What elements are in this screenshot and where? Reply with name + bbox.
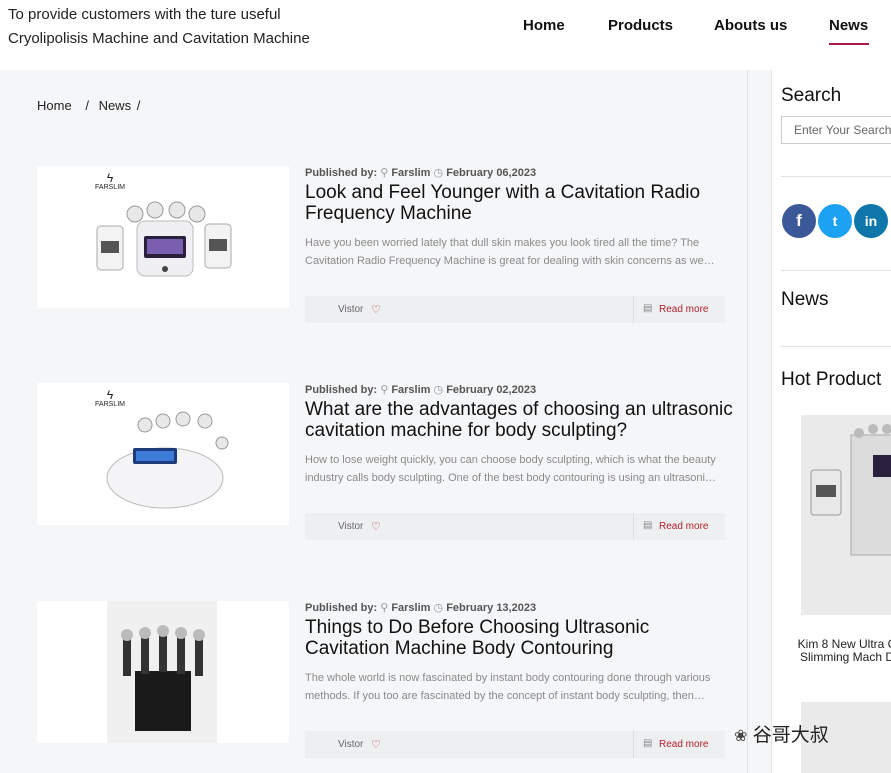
post-title[interactable]: Things to Do Before Choosing Ultrasonic … <box>305 617 735 659</box>
tagline-line-2: Cryolipolisis Machine and Cavitation Mac… <box>8 30 310 47</box>
post-date: February 06,2023 <box>446 167 537 179</box>
machine-image <box>106 411 229 509</box>
post-meta: Published by: ⚲ Farslim ◷ February 06,20… <box>305 166 536 179</box>
post-author: Farslim <box>391 384 431 396</box>
published-label: Published by: <box>305 384 378 396</box>
post-author: Farslim <box>391 167 431 179</box>
clock-icon: ◷ <box>433 167 444 179</box>
divider <box>781 176 891 177</box>
post-date: February 02,2023 <box>446 384 537 396</box>
user-icon: ⚲ <box>380 167 389 179</box>
machine-image <box>107 601 217 743</box>
twitter-icon[interactable]: t <box>818 204 852 238</box>
nav-active-indicator <box>829 43 869 45</box>
machine-image <box>96 201 232 277</box>
news-heading: News <box>781 289 829 310</box>
breadcrumb-home[interactable]: Home <box>37 98 72 113</box>
hot-product-heading: Hot Product <box>781 369 882 390</box>
divider <box>633 296 634 323</box>
divider <box>781 270 891 271</box>
vistor-label: Vistor <box>338 739 364 750</box>
heart-icon[interactable]: ♡ <box>371 738 381 751</box>
divider <box>633 731 634 758</box>
published-label: Published by: <box>305 167 378 179</box>
sidebar: Search Enter Your Search f t in News Hot… <box>771 70 891 773</box>
nav-products[interactable]: Products <box>608 17 673 34</box>
published-label: Published by: <box>305 602 378 614</box>
search-input[interactable]: Enter Your Search <box>781 116 891 144</box>
post-footer: Vistor ♡ ▤ Read more <box>305 296 725 323</box>
nav-about[interactable]: Abouts us <box>714 17 787 34</box>
clock-icon: ◷ <box>433 602 444 614</box>
vistor-label: Vistor <box>338 521 364 532</box>
user-icon: ⚲ <box>380 602 389 614</box>
post-thumbnail[interactable]: ϟ FARSLIM <box>37 383 289 525</box>
heart-icon[interactable]: ♡ <box>371 520 381 533</box>
post-meta: Published by: ⚲ Farslim ◷ February 13,20… <box>305 601 536 614</box>
column-divider <box>747 70 748 773</box>
vistor-label: Vistor <box>338 304 364 315</box>
post-excerpt: The whole world is now fascinated by ins… <box>305 672 711 702</box>
document-icon: ▤ <box>643 303 653 314</box>
watermark-text: 谷哥大叔 <box>752 725 829 746</box>
post-footer: Vistor ♡ ▤ Read more <box>305 731 725 758</box>
site-header: To provide customers with the ture usefu… <box>0 0 891 70</box>
search-heading: Search <box>781 85 842 106</box>
divider <box>633 513 634 540</box>
site-tagline: To provide customers with the ture usefu… <box>8 3 310 51</box>
wechat-icon: ❀ <box>734 728 748 745</box>
document-icon: ▤ <box>643 738 653 749</box>
post-excerpt: How to lose weight quickly, you can choo… <box>305 454 716 484</box>
watermark: ❀ 谷哥大叔 <box>734 720 829 747</box>
read-more-link[interactable]: Read more <box>659 304 708 315</box>
post-thumbnail[interactable]: ϟ FARSLIM <box>37 166 289 308</box>
divider <box>781 346 891 347</box>
post-thumbnail[interactable] <box>37 601 289 743</box>
read-more-link[interactable]: Read more <box>659 521 708 532</box>
post-title[interactable]: What are the advantages of choosing an u… <box>305 399 735 441</box>
facebook-icon[interactable]: f <box>782 204 816 238</box>
tagline-line-1: To provide customers with the ture usefu… <box>8 6 281 23</box>
post-meta: Published by: ⚲ Farslim ◷ February 02,20… <box>305 383 536 396</box>
post-author: Farslim <box>391 602 431 614</box>
breadcrumb: Home / News / <box>37 98 144 113</box>
user-icon: ⚲ <box>380 384 389 396</box>
nav-news[interactable]: News <box>829 17 868 34</box>
nav-home[interactable]: Home <box>523 17 565 34</box>
post-footer: Vistor ♡ ▤ Read more <box>305 513 725 540</box>
breadcrumb-trail: / <box>136 98 141 113</box>
linkedin-icon[interactable]: in <box>854 204 888 238</box>
hot-product-image[interactable] <box>801 415 891 615</box>
hot-product-caption[interactable]: Kim 8 New Ultra C Slimming Mach D <box>782 638 891 664</box>
breadcrumb-separator: / <box>85 98 89 113</box>
machine-image <box>810 424 891 556</box>
clock-icon: ◷ <box>433 384 444 396</box>
heart-icon[interactable]: ♡ <box>371 303 381 316</box>
post-date: February 13,2023 <box>446 602 537 614</box>
read-more-link[interactable]: Read more <box>659 739 708 750</box>
breadcrumb-news[interactable]: News <box>99 98 132 113</box>
document-icon: ▤ <box>643 520 653 531</box>
post-title[interactable]: Look and Feel Younger with a Cavitation … <box>305 182 735 224</box>
post-excerpt: Have you been worried lately that dull s… <box>305 237 715 267</box>
